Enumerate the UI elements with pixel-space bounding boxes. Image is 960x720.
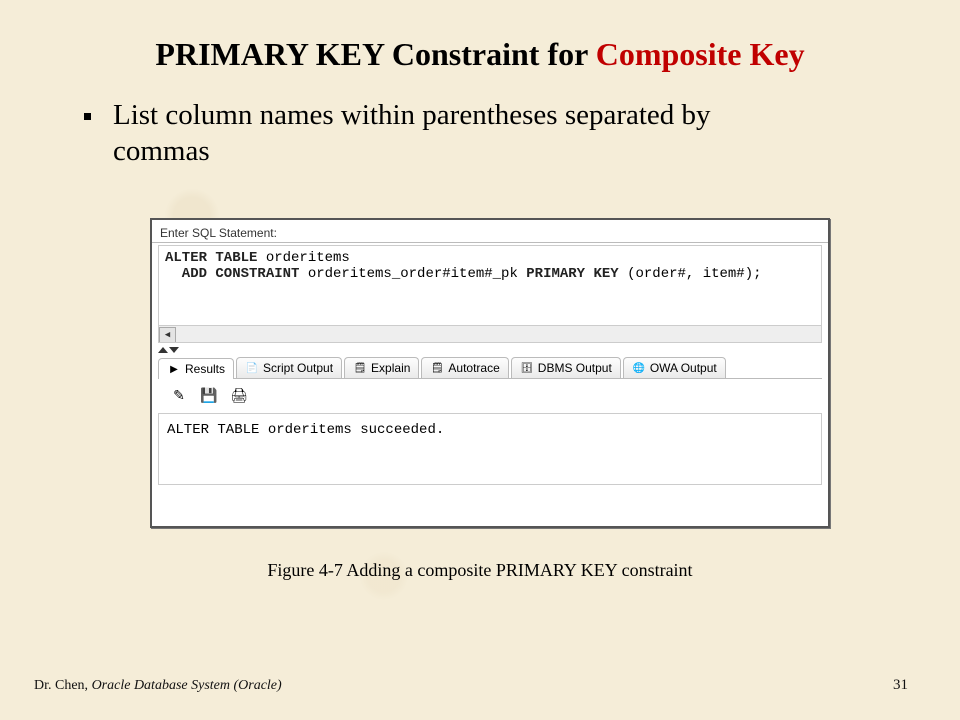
pane-splitter[interactable]	[158, 345, 822, 355]
script-icon: 📄	[245, 361, 259, 375]
figure-caption: Figure 4-7 Adding a composite PRIMARY KE…	[0, 560, 960, 581]
tab-label: Autotrace	[448, 361, 499, 375]
tab-results[interactable]: ▶ Results	[158, 358, 234, 379]
play-icon: ▶	[167, 362, 181, 376]
sql-editor[interactable]: ALTER TABLE orderitems ADD CONSTRAINT or…	[158, 245, 822, 343]
title-part1: PRIMARY KEY Constraint for	[155, 36, 595, 72]
tab-explain[interactable]: 🗒 Explain	[344, 357, 419, 378]
tab-autotrace[interactable]: 🗒 Autotrace	[421, 357, 508, 378]
slide-title: PRIMARY KEY Constraint for Composite Key	[0, 0, 960, 73]
edit-button[interactable]: ✎	[168, 385, 190, 407]
output-tabs: ▶ Results 📄 Script Output 🗒 Explain 🗒 Au…	[158, 355, 822, 379]
tab-script-output[interactable]: 📄 Script Output	[236, 357, 342, 378]
explain-icon: 🗒	[353, 361, 367, 375]
bullet-text: List column names within parentheses sep…	[113, 97, 753, 170]
page-number: 31	[893, 677, 908, 694]
owa-icon: 🌐	[632, 361, 646, 375]
sql-panel-label: Enter SQL Statement:	[152, 220, 828, 243]
scroll-left-icon[interactable]: ◀	[159, 327, 176, 344]
tab-owa-output[interactable]: 🌐 OWA Output	[623, 357, 726, 378]
bullet-item: List column names within parentheses sep…	[0, 73, 960, 170]
tab-label: DBMS Output	[538, 361, 612, 375]
save-button[interactable]: 💾	[198, 385, 220, 407]
splitter-up-icon	[158, 347, 168, 353]
tab-label: OWA Output	[650, 361, 717, 375]
sql-line-2: ADD CONSTRAINT orderitems_order#item#_pk…	[165, 266, 815, 282]
print-icon: 🖨	[230, 388, 248, 405]
print-button[interactable]: 🖨	[228, 385, 250, 407]
output-toolbar: ✎ 💾 🖨	[158, 379, 822, 413]
tab-dbms-output[interactable]: 🗄 DBMS Output	[511, 357, 621, 378]
horizontal-scrollbar[interactable]: ◀	[159, 325, 821, 342]
sql-line-1: ALTER TABLE orderitems	[165, 250, 815, 266]
title-part2: Composite Key	[596, 36, 805, 72]
splitter-down-icon	[169, 347, 179, 353]
output-area: ALTER TABLE orderitems succeeded.	[158, 413, 822, 485]
dbms-icon: 🗄	[520, 361, 534, 375]
autotrace-icon: 🗒	[430, 361, 444, 375]
footer-author: Dr. Chen, Oracle Database System (Oracle…	[34, 678, 282, 694]
save-icon: 💾	[200, 388, 217, 405]
output-text: ALTER TABLE orderitems succeeded.	[167, 422, 444, 438]
tab-label: Script Output	[263, 361, 333, 375]
pencil-icon: ✎	[173, 388, 185, 405]
bullet-dot-icon	[84, 113, 91, 120]
tab-label: Explain	[371, 361, 410, 375]
sql-developer-panel: Enter SQL Statement: ALTER TABLE orderit…	[150, 218, 830, 528]
tab-label: Results	[185, 362, 225, 376]
